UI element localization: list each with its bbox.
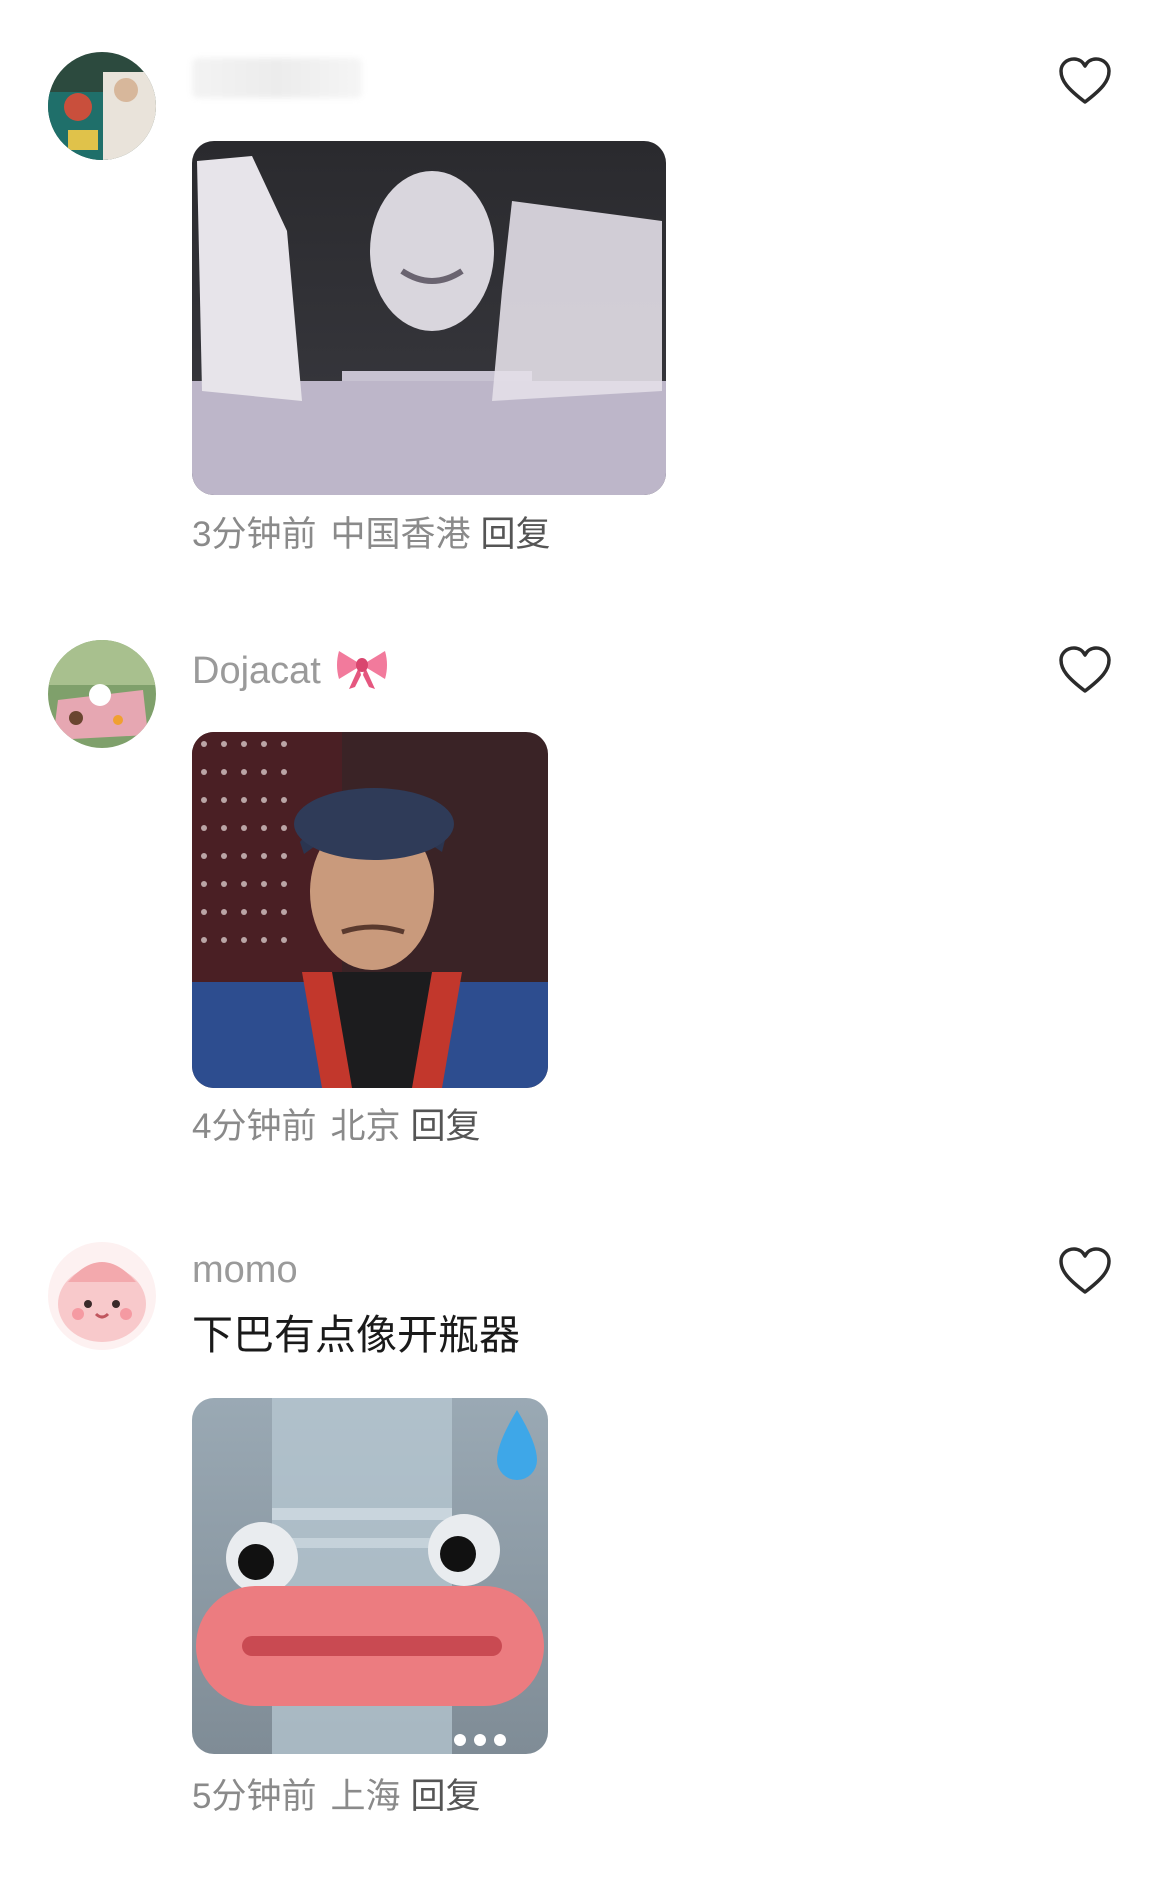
location: 北京: [330, 1107, 401, 1146]
username[interactable]: momo: [192, 1248, 298, 1292]
avatar[interactable]: [48, 1242, 156, 1350]
username[interactable]: [192, 58, 362, 98]
timestamp: 3分钟前: [192, 515, 317, 554]
comment-meta: 5分钟前 上海 回复: [192, 1776, 481, 1818]
like-button[interactable]: [1058, 56, 1112, 106]
location: 中国香港: [330, 515, 471, 554]
like-button[interactable]: [1058, 645, 1112, 695]
comment-meta: 3分钟前 中国香港 回复: [192, 514, 551, 556]
comment-meta: 4分钟前 北京 回复: [192, 1106, 481, 1148]
comment-image[interactable]: [192, 1398, 548, 1754]
comment-image[interactable]: [192, 141, 666, 495]
blurred-username: [192, 58, 362, 98]
location: 上海: [330, 1777, 401, 1816]
like-button[interactable]: [1058, 1246, 1112, 1296]
avatar[interactable]: [48, 640, 156, 748]
heart-outline-icon: [1059, 57, 1111, 104]
timestamp: 4分钟前: [192, 1107, 317, 1146]
reply-button[interactable]: 回复: [480, 515, 550, 554]
reply-button[interactable]: 回复: [410, 1777, 480, 1816]
comment-text: 下巴有点像开瓶器: [192, 1312, 520, 1358]
comment-image[interactable]: [192, 732, 548, 1088]
username[interactable]: Dojacat: [192, 645, 389, 701]
reply-button[interactable]: 回复: [410, 1107, 480, 1146]
bow-emoji-icon: [335, 645, 389, 701]
avatar[interactable]: [48, 52, 156, 160]
timestamp: 5分钟前: [192, 1777, 317, 1816]
heart-outline-icon: [1059, 646, 1111, 693]
heart-outline-icon: [1059, 1247, 1111, 1294]
